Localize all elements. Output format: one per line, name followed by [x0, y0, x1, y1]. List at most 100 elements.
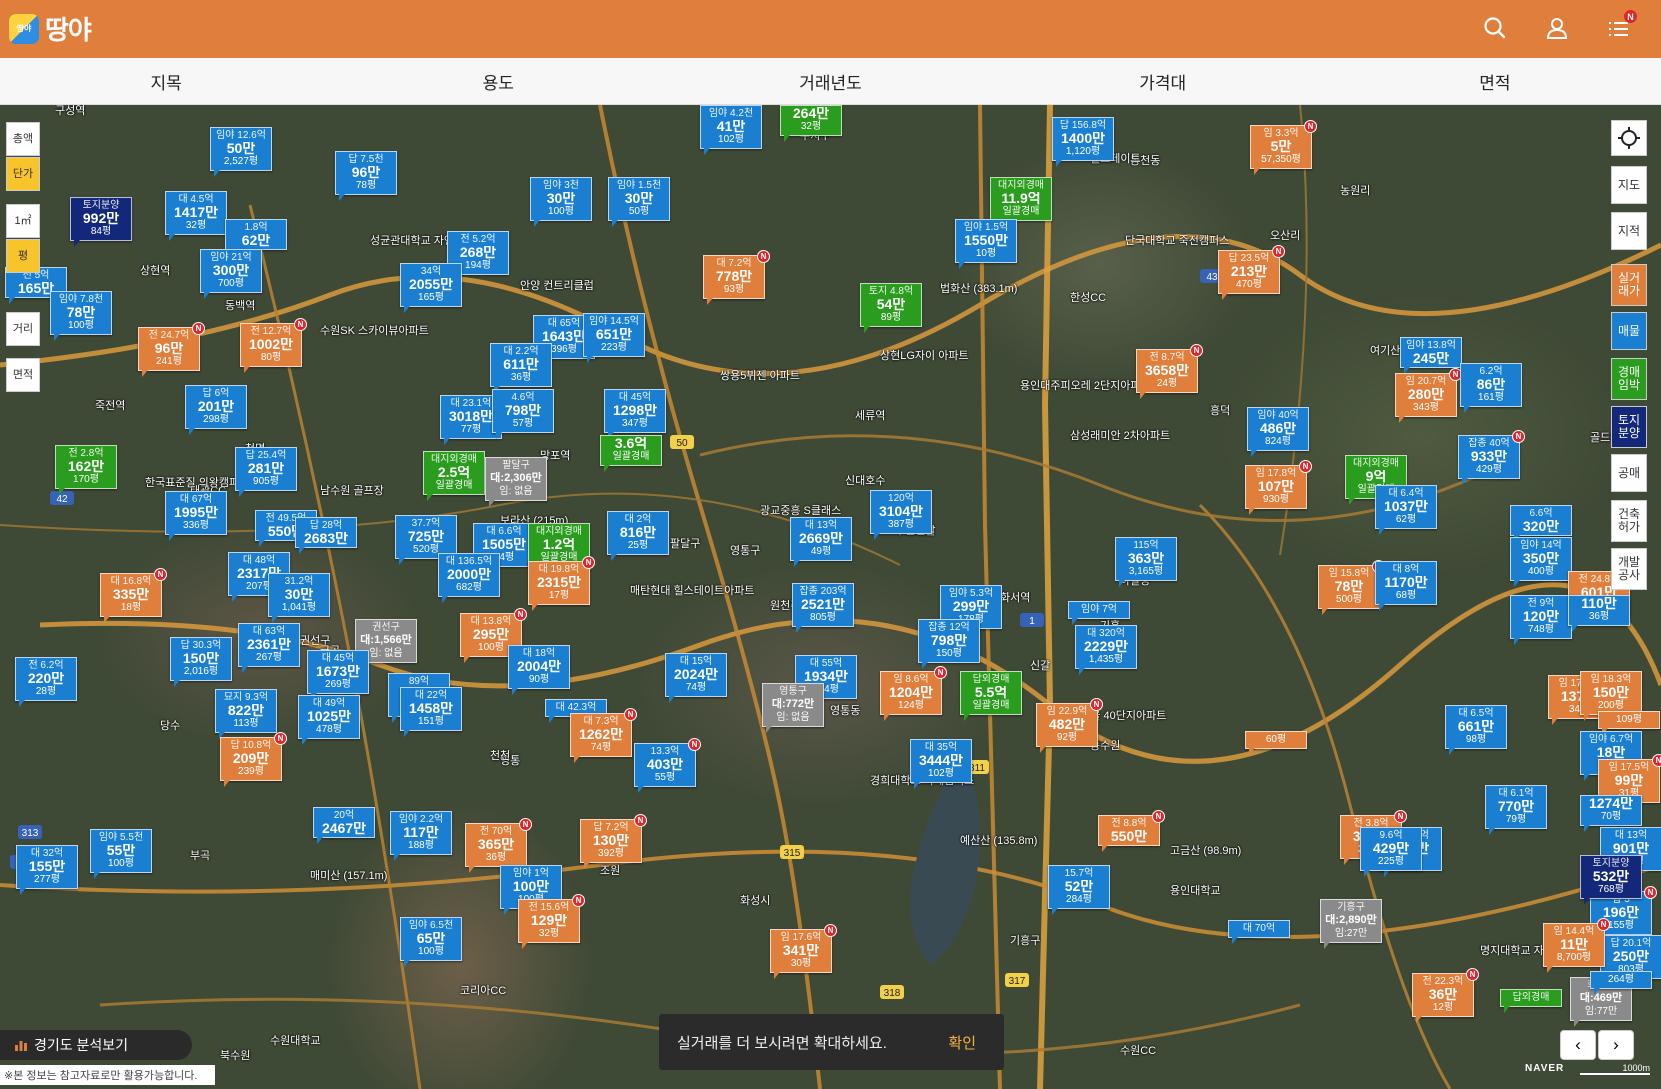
price-marker[interactable]: 잡종 12억 798만 150평: [918, 619, 980, 669]
price-marker[interactable]: 임 18.3억 150만 200평: [1580, 671, 1642, 721]
price-marker[interactable]: 임야 7억: [1068, 601, 1130, 625]
filter-price-range[interactable]: 가격대: [997, 58, 1329, 104]
toggle-pyeong[interactable]: 평: [6, 239, 40, 273]
price-marker[interactable]: 토지분양 532만 768평: [1580, 855, 1642, 905]
price-marker[interactable]: 110만 36평: [1568, 595, 1630, 632]
price-marker[interactable]: 대 2억 816만 25평: [607, 511, 669, 561]
price-marker[interactable]: 잡종 203억 2521만 805평: [792, 583, 854, 633]
my-location-button[interactable]: [1611, 120, 1647, 156]
layer-auction-button[interactable]: 경매임박: [1611, 358, 1647, 400]
price-marker[interactable]: 답 30.3억 150만 2,016평: [170, 637, 232, 687]
price-marker[interactable]: 대 6.4억 1037만 62평: [1375, 485, 1437, 535]
price-marker[interactable]: 임야 12.6억 50만 2,527평: [210, 127, 272, 177]
filter-land-category[interactable]: 지목: [0, 58, 332, 104]
price-marker[interactable]: 대 4.5억 1417만 32평: [165, 191, 227, 241]
price-marker[interactable]: 대 22억 1458만 151평: [400, 687, 462, 737]
price-marker[interactable]: 대 15억 2024만 74평: [665, 653, 727, 703]
measure-area-button[interactable]: 면적: [6, 358, 40, 392]
price-marker[interactable]: 잡종 40억 933만 429평 N: [1458, 430, 1525, 485]
price-marker[interactable]: 대 8억 1170만 68평: [1375, 561, 1437, 611]
price-marker[interactable]: 대 45억 1673만 269평: [307, 650, 369, 700]
price-marker[interactable]: 대 67억 1995만 336평: [165, 491, 227, 541]
price-marker[interactable]: 109평: [1598, 711, 1660, 735]
price-marker[interactable]: 임야 2.2억 117만 188평: [390, 811, 452, 861]
layer-development-button[interactable]: 개발공사: [1611, 548, 1647, 590]
price-marker[interactable]: 임 15.8억78만500평N: [1318, 560, 1385, 615]
price-marker[interactable]: 답 156.8억 1400만 1,120평: [1052, 117, 1114, 167]
price-marker[interactable]: 임야 5.5천 55만 100평: [90, 829, 152, 879]
price-marker[interactable]: 120억 3104만 387평: [870, 490, 932, 540]
price-marker[interactable]: 전 2.8억 162만 170평: [55, 445, 117, 495]
price-marker[interactable]: 대 6.5억 661만 98평: [1445, 705, 1507, 755]
toggle-total-price[interactable]: 총액: [6, 122, 40, 156]
price-marker[interactable]: 대 136.5억 2000만 682평: [438, 553, 500, 603]
price-marker[interactable]: 264만 32평: [780, 105, 842, 142]
price-marker[interactable]: 임야 14억 350만 400평: [1510, 537, 1572, 587]
map-canvas[interactable]: 503153183173113134243198 수지구동천동힐스테이트오산리농…: [0, 105, 1661, 1089]
price-marker[interactable]: 3.6억 일괄경매: [600, 435, 662, 472]
price-marker[interactable]: 답 28억 2683만: [295, 517, 357, 554]
price-marker[interactable]: 임야 13.8억 245만: [1400, 337, 1462, 374]
price-marker[interactable]: 115억 363만 3,165평: [1115, 537, 1177, 587]
price-marker[interactable]: 임야 3천 30만 100평: [530, 177, 592, 227]
price-marker[interactable]: 대 13억 2669만 49평: [790, 517, 852, 567]
price-marker[interactable]: 전 8.8억 550만 N: [1098, 810, 1165, 852]
layer-listing-button[interactable]: 매물: [1611, 312, 1647, 350]
price-marker[interactable]: 전 8.7억 3658만 24평 N: [1136, 344, 1203, 399]
price-marker[interactable]: 답 23.5억 213만 470평 N: [1218, 245, 1285, 300]
price-marker[interactable]: 대 16.8억 335만 18평 N: [100, 568, 167, 623]
price-marker[interactable]: 임 3.3억 5만 57,350평 N: [1250, 120, 1317, 175]
price-marker[interactable]: 20억 2467만: [313, 807, 375, 844]
price-marker[interactable]: 답외경매: [1500, 989, 1562, 1013]
price-marker[interactable]: 전 6.2억 220만 28평: [15, 657, 77, 707]
chevron-left-icon[interactable]: ‹: [1560, 1030, 1596, 1060]
price-marker[interactable]: 답 10.8억 209만 239평 N: [220, 732, 287, 787]
price-marker[interactable]: 답 7.5천 96만 78평: [335, 151, 397, 201]
layer-building-permit-button[interactable]: 건축허가: [1611, 500, 1647, 542]
price-marker[interactable]: 묘지 9.3억 822만 113평: [215, 689, 277, 739]
price-marker[interactable]: 답 6억 201만 298평: [185, 385, 247, 435]
price-marker[interactable]: 대지외경매 11.9억 일괄경매: [990, 177, 1052, 227]
list-icon[interactable]: N: [1605, 10, 1637, 42]
price-marker[interactable]: 31.2억 30만 1,041평: [268, 573, 330, 623]
price-marker[interactable]: 영통구 대:772만 임: 없음: [762, 683, 824, 733]
price-marker[interactable]: 264평: [1590, 971, 1652, 995]
price-marker[interactable]: 전 24.7억 96만 241평 N: [138, 322, 205, 377]
price-marker[interactable]: 대 7.3억 1262만 74평 N: [570, 708, 637, 763]
price-marker[interactable]: 전 22.3억 36만 12평 N: [1412, 968, 1479, 1023]
analysis-button[interactable]: 경기도 분석보기: [0, 1030, 192, 1060]
search-icon[interactable]: [1481, 14, 1509, 42]
price-marker[interactable]: 대 2.2억 611만 36평: [490, 343, 552, 393]
price-marker[interactable]: 임야 1.5천 30만 50평: [608, 177, 670, 227]
price-marker[interactable]: 대지외경매 2.5억 일괄경매: [423, 451, 485, 501]
price-marker[interactable]: 팔달구 대:2,306만 임: 없음: [485, 457, 547, 507]
price-marker[interactable]: 대 18억 2004만 90평: [508, 645, 570, 695]
price-marker[interactable]: 대 320억 2229만 1,435평: [1075, 625, 1137, 675]
price-marker[interactable]: 임야 1.5억 1550만 10평: [955, 219, 1017, 269]
price-marker[interactable]: 전 70억 365만 36평 N: [465, 818, 532, 873]
price-marker[interactable]: 임야 7.8천 78만 100평: [50, 291, 112, 341]
price-marker[interactable]: 임 14.4억 11만 8,700평 N: [1543, 918, 1610, 973]
price-marker[interactable]: 대 49억 1025만 478평: [298, 695, 360, 745]
price-marker[interactable]: 토지분양 992만 84평: [70, 197, 132, 247]
toggle-square-meter[interactable]: 1㎡: [6, 204, 40, 238]
toggle-unit-price[interactable]: 단가: [6, 157, 40, 191]
toast-confirm-button[interactable]: 확인: [948, 1032, 976, 1053]
price-marker[interactable]: 임야 21억 300만 700평: [200, 249, 262, 299]
price-marker[interactable]: 임 20.7억 280만 343평 N: [1395, 368, 1462, 423]
price-marker[interactable]: 15.7억 52만 284평: [1048, 865, 1110, 915]
price-marker[interactable]: 대 6.1억 770만 79평: [1485, 785, 1547, 835]
price-marker[interactable]: 임야 6.5천 65만 100평: [400, 917, 462, 967]
price-marker[interactable]: 대 19.8억 2315만 17평 N: [528, 556, 595, 611]
price-marker[interactable]: 임야 40억 486만 824평: [1247, 407, 1309, 457]
price-marker[interactable]: 임야 14.5억 651만 223평: [583, 313, 645, 363]
layer-land-sale-button[interactable]: 토지분양: [1611, 406, 1647, 448]
price-marker[interactable]: 답 7.2억 130만 392평 N: [580, 814, 647, 869]
user-icon[interactable]: [1543, 14, 1571, 42]
layer-map-button[interactable]: 지도: [1611, 166, 1647, 204]
price-marker[interactable]: 전 12.7억 1002만 80평 N: [240, 318, 307, 373]
price-marker[interactable]: 임 17.6억 341만 30평 N: [770, 924, 837, 979]
price-marker[interactable]: 답외경매 5.5억 일괄경매: [960, 671, 1022, 721]
layer-real-trade-button[interactable]: 실거래가: [1611, 264, 1647, 306]
price-marker[interactable]: 대 70억: [1228, 920, 1290, 944]
